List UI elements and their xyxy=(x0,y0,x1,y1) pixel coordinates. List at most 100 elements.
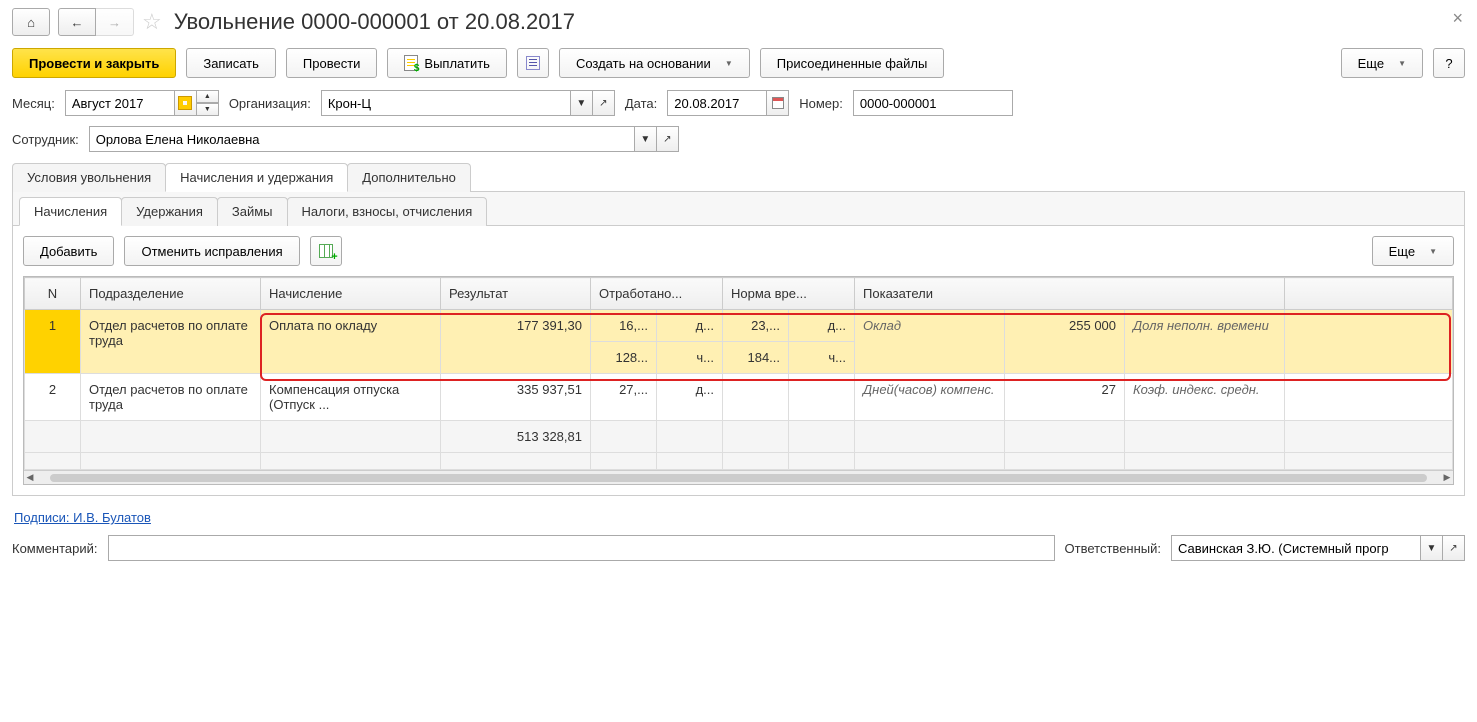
col-n[interactable]: N xyxy=(25,278,81,310)
cell-department: Отдел расчетов по оплате труда xyxy=(81,374,261,421)
month-input[interactable] xyxy=(65,90,175,116)
col-indicators[interactable]: Показатели xyxy=(855,278,1285,310)
org-open-button[interactable]: ↗ xyxy=(593,90,615,116)
pay-button[interactable]: Выплатить xyxy=(387,48,507,78)
responsible-label: Ответственный: xyxy=(1065,541,1161,556)
create-based-on-button[interactable]: Создать на основании xyxy=(559,48,750,78)
org-label: Организация: xyxy=(229,96,311,111)
month-picker-button[interactable] xyxy=(175,90,197,116)
employee-label: Сотрудник: xyxy=(12,132,79,147)
responsible-input[interactable] xyxy=(1171,535,1421,561)
responsible-open-button[interactable]: ↗ xyxy=(1443,535,1465,561)
calendar-icon xyxy=(772,97,784,109)
cell-norm-days-unit: д... xyxy=(789,310,855,342)
month-up-button[interactable]: ▲ xyxy=(197,90,219,103)
scroll-left-icon: ◀ xyxy=(24,472,36,483)
subtab-accruals[interactable]: Начисления xyxy=(19,197,122,226)
signatures-link[interactable]: Подписи: И.В. Булатов xyxy=(14,510,151,525)
summary-row-2 xyxy=(25,453,1453,470)
home-button[interactable]: ⌂ xyxy=(12,8,50,36)
cell-norm-hours: 184... xyxy=(723,342,789,374)
number-label: Номер: xyxy=(799,96,843,111)
arrow-right-icon: → xyxy=(108,15,121,30)
subtab-loans[interactable]: Займы xyxy=(217,197,288,226)
table-row[interactable]: 1 Отдел расчетов по оплате труда Оплата … xyxy=(25,310,1453,342)
post-button[interactable]: Провести xyxy=(286,48,378,78)
help-button[interactable]: ? xyxy=(1433,48,1465,78)
payment-icon xyxy=(404,55,418,71)
col-accrual[interactable]: Начисление xyxy=(261,278,441,310)
responsible-dropdown-button[interactable]: ▼ xyxy=(1421,535,1443,561)
col-worked[interactable]: Отработано... xyxy=(591,278,723,310)
cell-rownum: 1 xyxy=(25,310,81,374)
org-dropdown-button[interactable]: ▼ xyxy=(571,90,593,116)
arrow-left-icon: ← xyxy=(71,15,84,30)
month-label: Месяц: xyxy=(12,96,55,111)
month-grid-icon xyxy=(178,96,192,110)
table-row[interactable]: 2 Отдел расчетов по оплате труда Компенс… xyxy=(25,374,1453,421)
forward-button[interactable]: → xyxy=(96,8,134,36)
columns-icon xyxy=(319,244,333,258)
records-icon xyxy=(526,56,540,70)
undo-corrections-button[interactable]: Отменить исправления xyxy=(124,236,299,266)
attached-files-button[interactable]: Присоединенные файлы xyxy=(760,48,945,78)
cell-rownum: 2 xyxy=(25,374,81,421)
sub-tabs: Начисления Удержания Займы Налоги, взнос… xyxy=(13,192,1464,226)
records-button[interactable] xyxy=(517,48,549,78)
cell-worked-days-unit: д... xyxy=(657,374,723,421)
cell-result: 335 937,51 xyxy=(441,374,591,421)
column-manager-button[interactable] xyxy=(310,236,342,266)
close-button[interactable]: × xyxy=(1452,8,1463,29)
cell-accrual: Компенсация отпуска (Отпуск ... xyxy=(261,374,441,421)
cell-worked-days-unit: д... xyxy=(657,310,723,342)
page-title: Увольнение 0000-000001 от 20.08.2017 xyxy=(174,9,575,35)
col-norm[interactable]: Норма вре... xyxy=(723,278,855,310)
cell-indicator2-label: Коэф. индекс. средн. xyxy=(1125,374,1285,421)
employee-open-button[interactable]: ↗ xyxy=(657,126,679,152)
scroll-right-icon: ▶ xyxy=(1441,472,1453,483)
cell-worked-days: 16,... xyxy=(591,310,657,342)
cell-worked-hours: 128... xyxy=(591,342,657,374)
more-button[interactable]: Еще xyxy=(1341,48,1423,78)
tab-additional[interactable]: Дополнительно xyxy=(347,163,471,192)
cell-norm-hours-unit: ч... xyxy=(789,342,855,374)
date-input[interactable] xyxy=(667,90,767,116)
tab-dismissal-conditions[interactable]: Условия увольнения xyxy=(12,163,166,192)
home-icon: ⌂ xyxy=(27,15,35,30)
cell-worked-hours-unit: ч... xyxy=(657,342,723,374)
subtab-deductions[interactable]: Удержания xyxy=(121,197,218,226)
cell-indicator-label: Дней(часов) компенс. xyxy=(855,374,1005,421)
date-picker-button[interactable] xyxy=(767,90,789,116)
cell-department: Отдел расчетов по оплате труда xyxy=(81,310,261,374)
month-down-button[interactable]: ▼ xyxy=(197,103,219,116)
cell-result: 177 391,30 xyxy=(441,310,591,374)
comment-input[interactable] xyxy=(108,535,1055,561)
employee-input[interactable] xyxy=(89,126,635,152)
accruals-grid[interactable]: N Подразделение Начисление Результат Отр… xyxy=(24,277,1453,470)
col-result[interactable]: Результат xyxy=(441,278,591,310)
summary-row: 513 328,81 xyxy=(25,421,1453,453)
cell-accrual: Оплата по окладу xyxy=(261,310,441,374)
write-button[interactable]: Записать xyxy=(186,48,276,78)
number-input[interactable] xyxy=(853,90,1013,116)
scrollbar-thumb[interactable] xyxy=(50,474,1427,482)
favorite-star-icon[interactable]: ☆ xyxy=(142,9,162,35)
org-input[interactable] xyxy=(321,90,571,116)
horizontal-scrollbar[interactable]: ◀ ▶ xyxy=(24,470,1453,484)
subtab-taxes[interactable]: Налоги, взносы, отчисления xyxy=(287,197,488,226)
grid-more-button[interactable]: Еще xyxy=(1372,236,1454,266)
total-result: 513 328,81 xyxy=(441,421,591,453)
col-department[interactable]: Подразделение xyxy=(81,278,261,310)
cell-norm-days: 23,... xyxy=(723,310,789,342)
post-and-close-button[interactable]: Провести и закрыть xyxy=(12,48,176,78)
add-row-button[interactable]: Добавить xyxy=(23,236,114,266)
comment-label: Комментарий: xyxy=(12,541,98,556)
cell-indicator-value: 255 000 xyxy=(1005,310,1125,374)
employee-dropdown-button[interactable]: ▼ xyxy=(635,126,657,152)
back-button[interactable]: ← xyxy=(58,8,96,36)
cell-indicator-value: 27 xyxy=(1005,374,1125,421)
main-tabs: Условия увольнения Начисления и удержани… xyxy=(12,162,1465,192)
col-extra[interactable] xyxy=(1285,278,1453,310)
tab-accruals-deductions[interactable]: Начисления и удержания xyxy=(165,163,348,192)
cell-indicator2-label: Доля неполн. времени xyxy=(1125,310,1285,374)
